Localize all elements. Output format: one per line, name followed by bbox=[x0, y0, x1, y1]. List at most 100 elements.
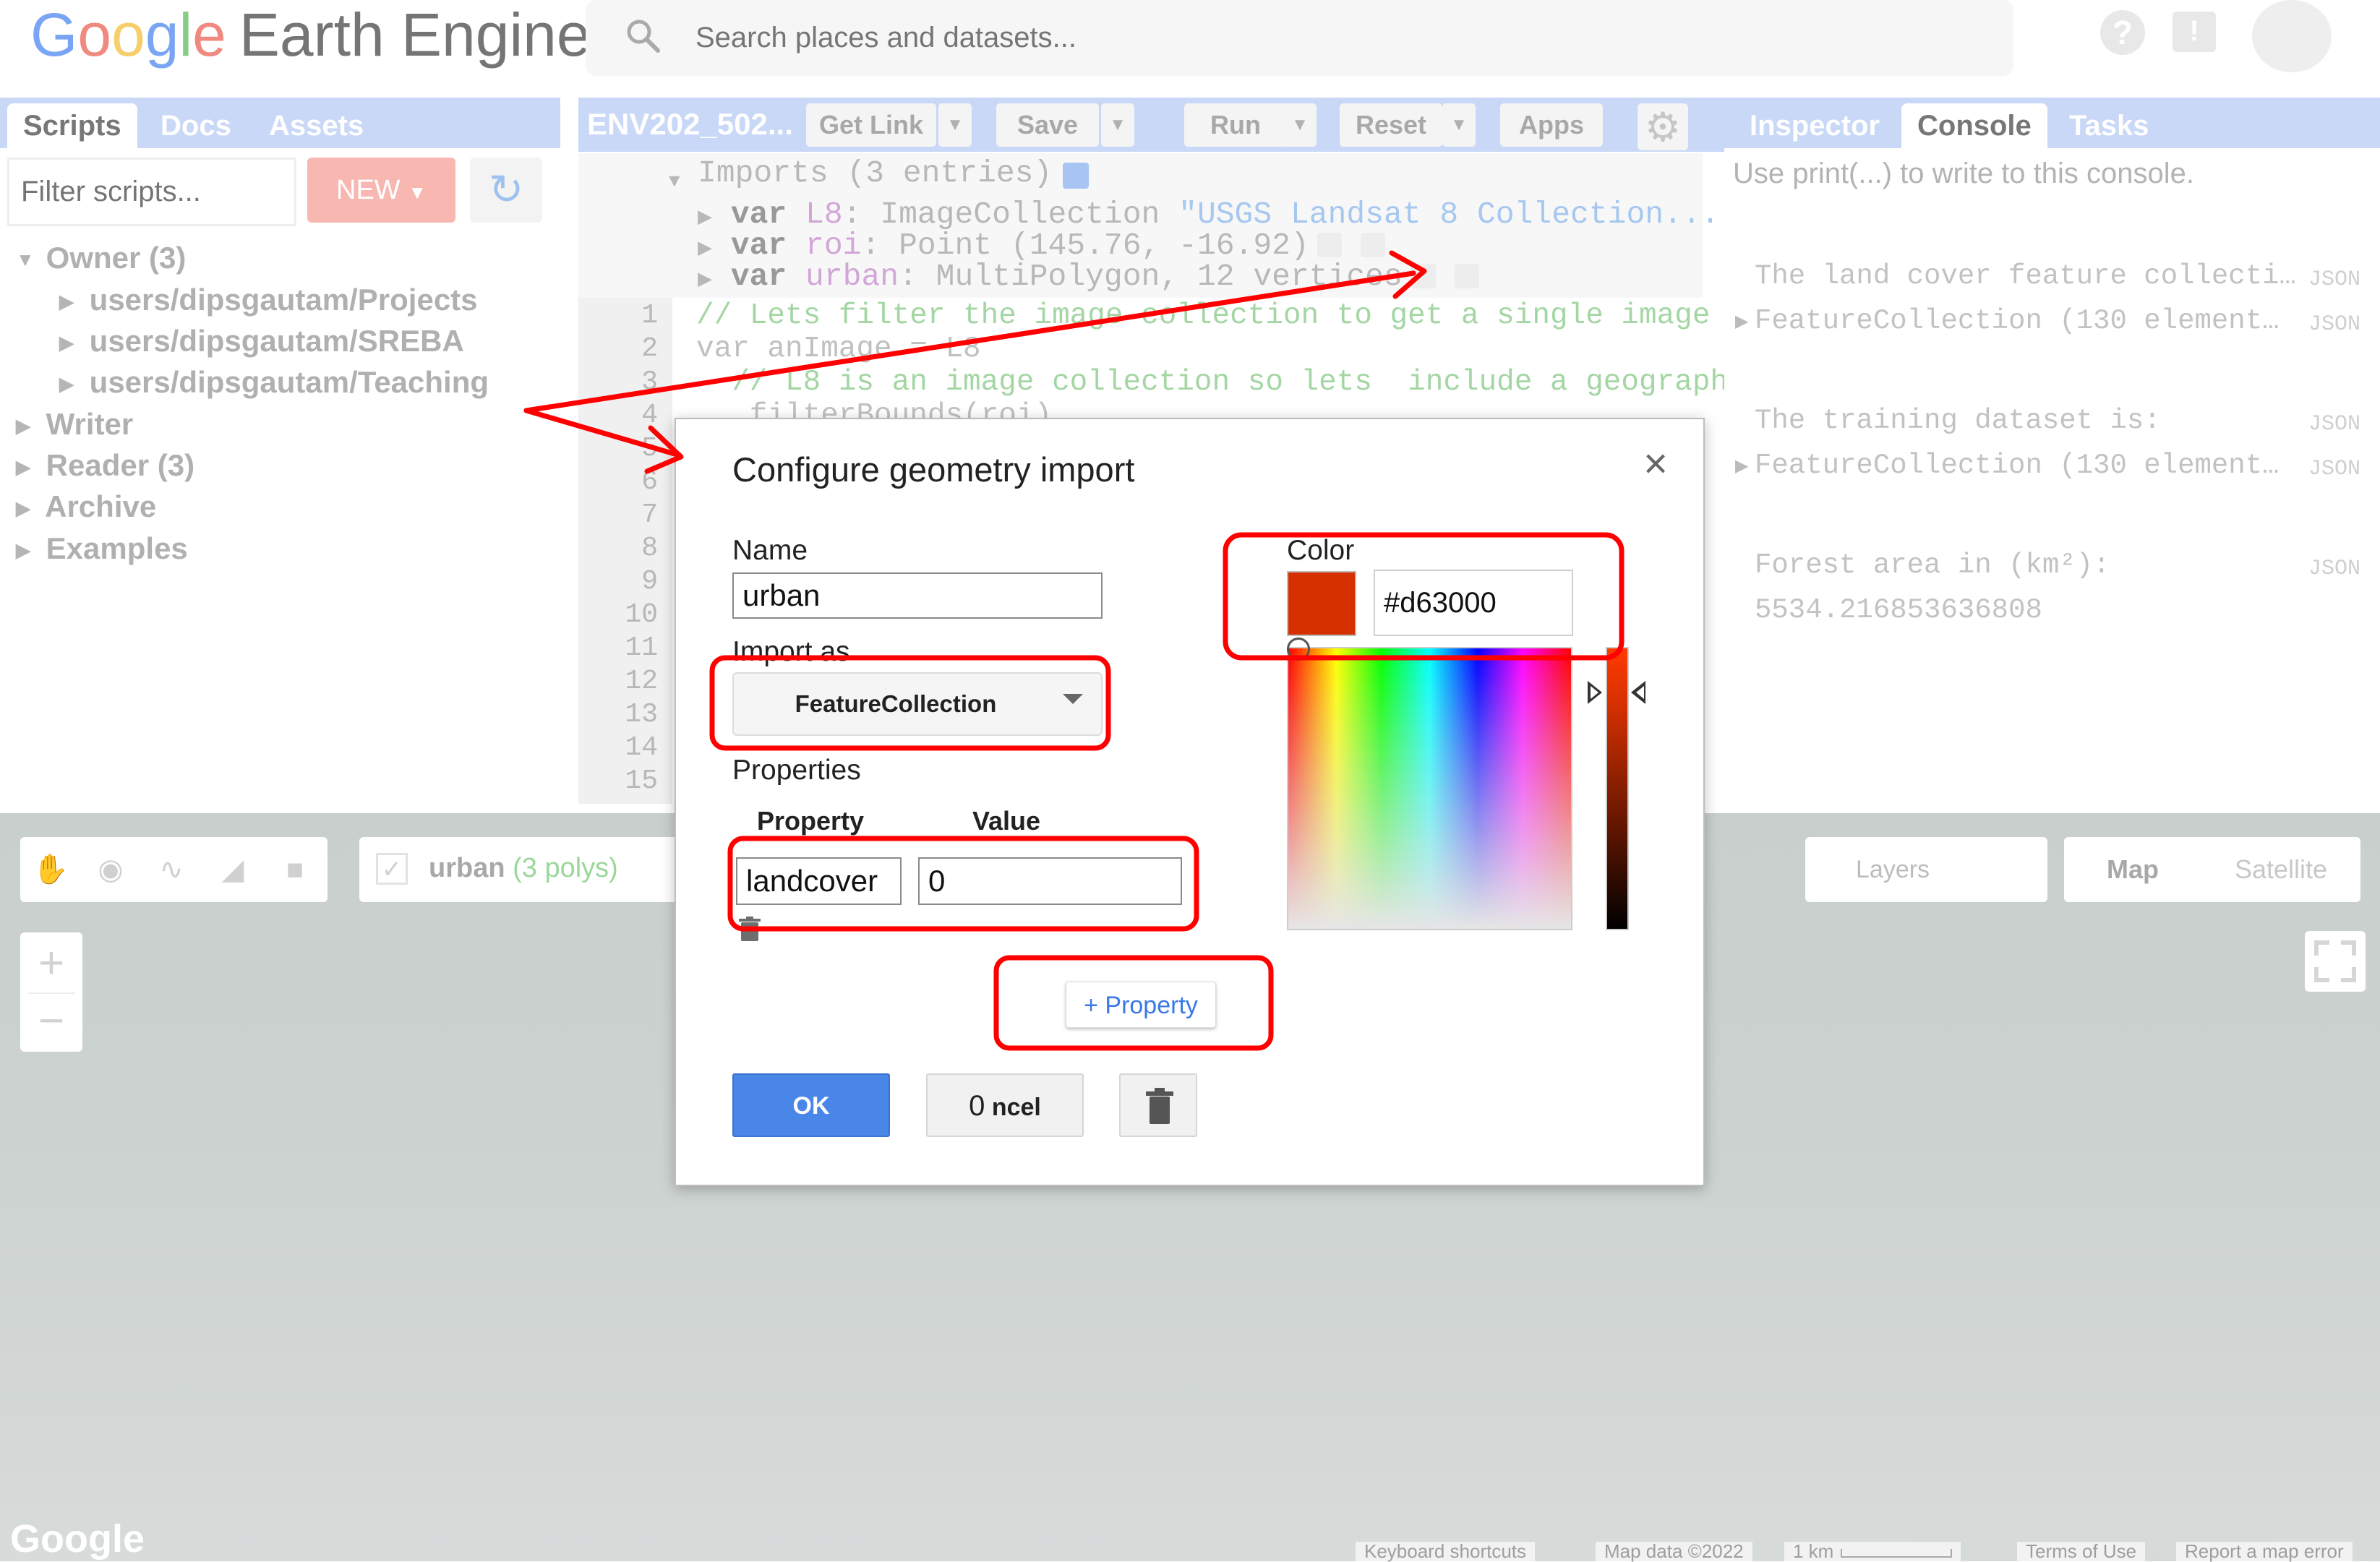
polygon-icon[interactable]: ◢ bbox=[215, 851, 251, 888]
marker-icon[interactable]: ◉ bbox=[93, 851, 129, 888]
rectangle-icon[interactable]: ■ bbox=[277, 851, 313, 888]
zoom-in-button[interactable]: + bbox=[20, 936, 82, 990]
scale-label: 1 km bbox=[1793, 1540, 1834, 1562]
tree-item-label: Examples bbox=[46, 531, 188, 565]
filter-scripts-input[interactable] bbox=[7, 158, 296, 226]
import-as-select[interactable]: FeatureCollection bbox=[732, 672, 1103, 736]
save-button[interactable]: Save bbox=[996, 103, 1099, 147]
hand-icon[interactable]: ✋ bbox=[33, 851, 69, 888]
tree-item-projects[interactable]: ▶ users/dipsgautam/Projects bbox=[59, 283, 478, 317]
tree-item-owner[interactable]: ▼ Owner (3) bbox=[16, 241, 186, 275]
run-dropdown-icon[interactable]: ▼ bbox=[1283, 103, 1317, 147]
import-row-roi[interactable]: ▶ var roi: Point (145.76, -16.92) bbox=[698, 228, 1309, 263]
terms-link[interactable]: Terms of Use bbox=[2017, 1542, 2146, 1561]
new-button[interactable]: NEW ▼ bbox=[307, 158, 455, 223]
json-toggle[interactable]: JSON bbox=[2308, 457, 2360, 481]
import-settings-icon[interactable] bbox=[1411, 264, 1436, 288]
layer-checkbox[interactable]: ✓ bbox=[376, 853, 408, 885]
color-swatch[interactable] bbox=[1287, 571, 1356, 636]
tab-tasks[interactable]: Tasks bbox=[2053, 103, 2165, 148]
gear-icon[interactable]: ⚙ bbox=[1638, 103, 1688, 150]
avatar[interactable] bbox=[2252, 0, 2332, 72]
tab-assets[interactable]: Assets bbox=[253, 103, 380, 148]
line-number: 12 bbox=[625, 666, 658, 697]
show-script-icon[interactable] bbox=[1063, 163, 1089, 189]
import-row-l8[interactable]: ▶ var L8: ImageCollection "USGS Landsat … bbox=[698, 197, 1719, 232]
tab-inspector[interactable]: Inspector bbox=[1734, 103, 1896, 148]
help-icon[interactable]: ? bbox=[2100, 10, 2145, 55]
collapsed-arrow-icon: ▶ bbox=[59, 373, 74, 395]
apps-button[interactable]: Apps bbox=[1500, 103, 1603, 147]
json-toggle[interactable]: JSON bbox=[2308, 412, 2360, 437]
collapsed-arrow-icon[interactable]: ▶ bbox=[1735, 455, 1748, 476]
import-name: urban bbox=[805, 259, 899, 294]
collapsed-arrow-icon[interactable]: ▶ bbox=[1735, 311, 1748, 332]
zoom-out-button[interactable]: − bbox=[20, 996, 82, 1050]
reset-dropdown-icon[interactable]: ▼ bbox=[1442, 103, 1476, 147]
tree-item-sreba[interactable]: ▶ users/dipsgautam/SREBA bbox=[59, 324, 464, 359]
property-value-input[interactable] bbox=[918, 857, 1182, 905]
console-entry[interactable]: FeatureCollection (130 element… bbox=[1755, 305, 2280, 337]
tree-item-label: Owner (3) bbox=[46, 241, 187, 275]
reset-button[interactable]: Reset bbox=[1340, 103, 1442, 147]
get-link-dropdown-icon[interactable]: ▼ bbox=[938, 103, 972, 147]
color-hex-input[interactable] bbox=[1374, 570, 1573, 636]
color-spectrum[interactable] bbox=[1287, 647, 1572, 930]
add-property-button[interactable]: + Property bbox=[1066, 982, 1216, 1028]
map-type-satellite-button[interactable]: Satellite bbox=[2201, 837, 2360, 902]
collapsed-arrow-icon: ▶ bbox=[16, 539, 30, 562]
line-icon[interactable]: ∿ bbox=[153, 851, 189, 888]
delete-property-icon[interactable] bbox=[739, 917, 761, 941]
map-type-map-button[interactable]: Map bbox=[2064, 837, 2201, 902]
property-key-input[interactable] bbox=[736, 857, 902, 905]
spectrum-handle[interactable] bbox=[1287, 638, 1310, 661]
feedback-icon[interactable]: ! bbox=[2173, 12, 2216, 52]
tree-item-archive[interactable]: ▶ Archive bbox=[16, 489, 156, 524]
name-input[interactable] bbox=[732, 572, 1103, 619]
delete-import-button[interactable] bbox=[1119, 1073, 1197, 1137]
line-number: 6 bbox=[641, 466, 658, 497]
import-row-urban[interactable]: ▶ var urban: MultiPolygon, 12 vertices bbox=[698, 259, 1403, 294]
tab-console[interactable]: Console bbox=[1901, 103, 2047, 148]
slider-handle-left-inner bbox=[1591, 686, 1598, 699]
json-toggle[interactable]: JSON bbox=[2308, 312, 2360, 337]
run-button[interactable]: Run bbox=[1184, 103, 1287, 147]
console-value: 5534.216853636808 bbox=[1755, 594, 2042, 626]
import-settings-icon[interactable] bbox=[1317, 233, 1342, 257]
refresh-icon[interactable]: ↻ bbox=[470, 158, 542, 223]
tab-scripts[interactable]: Scripts bbox=[7, 103, 137, 148]
ok-button[interactable]: OK bbox=[732, 1073, 890, 1137]
fullscreen-icon[interactable] bbox=[2305, 931, 2366, 992]
slider-handle-right-inner bbox=[1636, 686, 1644, 699]
collapsed-arrow-icon: ▶ bbox=[698, 207, 712, 228]
tab-docs[interactable]: Docs bbox=[145, 103, 247, 148]
tree-item-writer[interactable]: ▶ Writer bbox=[16, 407, 133, 442]
console-hint: Use print(...) to write to this console. bbox=[1733, 158, 2195, 189]
json-toggle[interactable]: JSON bbox=[2308, 267, 2360, 292]
tree-item-label: users/dipsgautam/Projects bbox=[89, 283, 478, 317]
search-input[interactable] bbox=[694, 9, 1923, 66]
script-title[interactable]: ENV202_502... bbox=[587, 107, 793, 142]
map-data-attribution: Map data ©2022 bbox=[1596, 1542, 1752, 1561]
divider bbox=[27, 992, 75, 994]
keyboard-shortcuts-link[interactable]: Keyboard shortcuts bbox=[1356, 1542, 1536, 1561]
report-error-link[interactable]: Report a map error bbox=[2176, 1542, 2353, 1561]
layer-name: urban (3 polys) bbox=[429, 853, 618, 884]
collapsed-arrow-icon: ▶ bbox=[698, 269, 712, 291]
imports-toggle-icon[interactable]: ▼ bbox=[669, 160, 680, 196]
import-geometry-icon[interactable] bbox=[1455, 264, 1479, 288]
get-link-button[interactable]: Get Link bbox=[806, 103, 936, 147]
cancel-button[interactable]: 0 ncel bbox=[926, 1073, 1084, 1137]
google-watermark: Google bbox=[10, 1517, 145, 1561]
import-geometry-icon[interactable] bbox=[1361, 233, 1385, 257]
import-type: : MultiPolygon, 12 vertices bbox=[899, 259, 1403, 294]
save-dropdown-icon[interactable]: ▼ bbox=[1101, 103, 1134, 147]
tree-item-teaching[interactable]: ▶ users/dipsgautam/Teaching bbox=[59, 365, 489, 400]
tree-item-reader[interactable]: ▶ Reader (3) bbox=[16, 448, 194, 483]
layers-button[interactable]: Layers bbox=[1805, 837, 2047, 902]
tree-item-examples[interactable]: ▶ Examples bbox=[16, 531, 188, 566]
json-toggle[interactable]: JSON bbox=[2308, 557, 2360, 581]
console-entry[interactable]: FeatureCollection (130 element… bbox=[1755, 450, 2280, 481]
close-icon[interactable]: × bbox=[1636, 443, 1675, 485]
color-value-slider[interactable] bbox=[1606, 647, 1629, 930]
